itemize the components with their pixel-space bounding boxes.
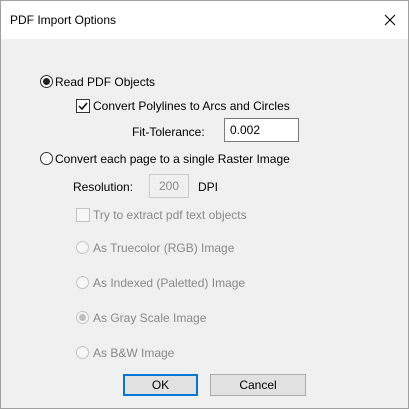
read-pdf-objects-radio[interactable] bbox=[40, 75, 53, 88]
radio-selected-dot bbox=[43, 78, 50, 85]
truecolor-radio[interactable] bbox=[76, 241, 89, 254]
indexed-label[interactable]: As Indexed (Paletted) Image bbox=[93, 276, 245, 290]
dialog-title: PDF Import Options bbox=[10, 13, 117, 27]
grayscale-radio[interactable] bbox=[76, 311, 89, 324]
indexed-radio[interactable] bbox=[76, 276, 89, 289]
dpi-unit-label: DPI bbox=[198, 180, 219, 194]
truecolor-label[interactable]: As Truecolor (RGB) Image bbox=[93, 241, 234, 255]
checkmark-icon bbox=[78, 102, 88, 111]
resolution-label: Resolution: bbox=[73, 180, 134, 194]
bw-label[interactable]: As B&W Image bbox=[93, 346, 174, 360]
convert-polylines-checkbox[interactable] bbox=[76, 99, 90, 113]
grayscale-label[interactable]: As Gray Scale Image bbox=[93, 311, 206, 325]
fit-tolerance-input[interactable]: 0.002 bbox=[224, 118, 299, 142]
read-pdf-objects-label[interactable]: Read PDF Objects bbox=[55, 75, 155, 89]
extract-text-label[interactable]: Try to extract pdf text objects bbox=[93, 208, 247, 222]
pdf-import-dialog: PDF Import Options Read PDF Objects Conv… bbox=[0, 0, 409, 409]
radio-selected-dot bbox=[79, 314, 86, 321]
bw-radio[interactable] bbox=[76, 346, 89, 359]
cancel-button[interactable]: Cancel bbox=[210, 374, 306, 396]
title-bar: PDF Import Options bbox=[1, 1, 408, 39]
extract-text-checkbox[interactable] bbox=[76, 208, 90, 222]
ok-button[interactable]: OK bbox=[123, 374, 198, 396]
fit-tolerance-label: Fit-Tolerance: bbox=[132, 125, 205, 139]
close-icon bbox=[384, 14, 396, 26]
convert-polylines-label[interactable]: Convert Polylines to Arcs and Circles bbox=[93, 99, 290, 113]
convert-raster-label[interactable]: Convert each page to a single Raster Ima… bbox=[55, 152, 290, 166]
close-button[interactable] bbox=[372, 1, 408, 39]
convert-raster-radio[interactable] bbox=[40, 152, 53, 165]
resolution-input[interactable]: 200 bbox=[149, 174, 189, 198]
